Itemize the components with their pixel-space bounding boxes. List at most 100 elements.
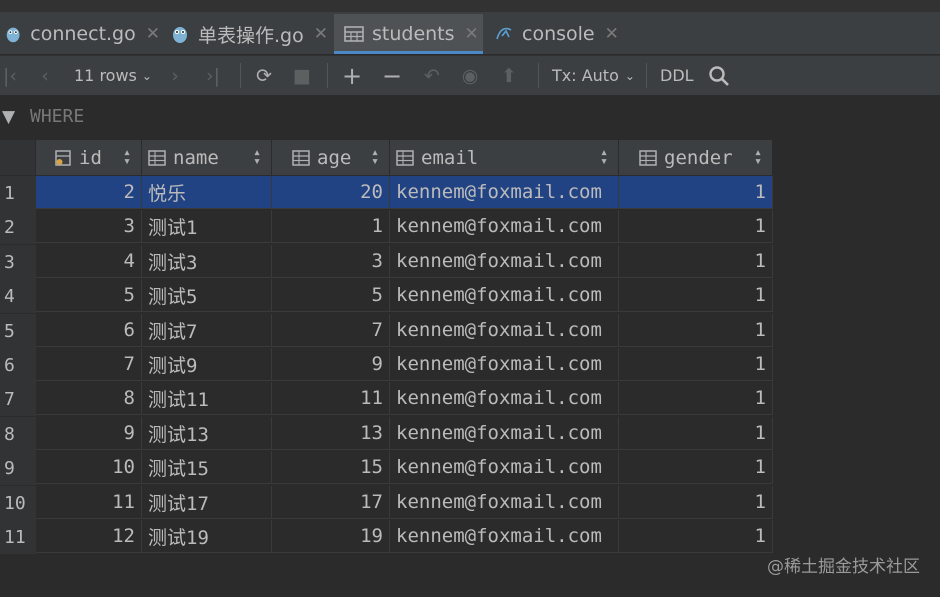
cell-age[interactable]: 20 <box>272 176 390 209</box>
add-row-icon[interactable]: + <box>340 56 364 95</box>
last-page-icon[interactable]: ›| <box>200 56 226 95</box>
cell-email[interactable]: kennem@foxmail.com <box>390 451 619 484</box>
cell-name[interactable]: 悦乐 <box>142 176 272 209</box>
cell-id[interactable]: 11 <box>36 486 142 519</box>
row-number[interactable]: 7 <box>0 382 36 416</box>
cell-age[interactable]: 19 <box>272 520 390 553</box>
row-number[interactable]: 3 <box>0 245 36 279</box>
cell-id[interactable]: 10 <box>36 451 142 484</box>
tab-single-table-go[interactable]: 单表操作.go ✕ <box>170 14 330 54</box>
cell-gender[interactable]: 1 <box>619 417 773 450</box>
cell-id[interactable]: 9 <box>36 417 142 450</box>
previous-page-icon[interactable]: ‹ <box>34 56 56 95</box>
cell-name[interactable]: 测试15 <box>142 451 272 484</box>
cell-email[interactable]: kennem@foxmail.com <box>390 279 619 312</box>
cell-age[interactable]: 1 <box>272 210 390 243</box>
cell-email[interactable]: kennem@foxmail.com <box>390 348 619 381</box>
row-number[interactable]: 11 <box>0 520 36 554</box>
cell-email[interactable]: kennem@foxmail.com <box>390 176 619 209</box>
close-icon[interactable]: ✕ <box>146 24 160 44</box>
next-page-icon[interactable]: › <box>164 56 186 95</box>
cell-name[interactable]: 测试5 <box>142 279 272 312</box>
cell-email[interactable]: kennem@foxmail.com <box>390 382 619 415</box>
cell-name[interactable]: 测试9 <box>142 348 272 381</box>
row-number[interactable]: 9 <box>0 451 36 485</box>
cell-gender[interactable]: 1 <box>619 245 773 278</box>
cell-id[interactable]: 8 <box>36 382 142 415</box>
sort-icon[interactable]: ▴ ▾ <box>253 146 261 168</box>
row-number[interactable]: 8 <box>0 417 36 451</box>
first-page-icon[interactable]: |‹ <box>0 56 20 95</box>
cell-email[interactable]: kennem@foxmail.com <box>390 520 619 553</box>
column-header-email[interactable]: email ▴ ▾ <box>390 140 619 175</box>
column-header-name[interactable]: name ▴ ▾ <box>142 140 272 175</box>
row-number[interactable]: 10 <box>0 486 36 520</box>
filter-icon[interactable]: ▼ <box>2 107 15 127</box>
cell-age[interactable]: 3 <box>272 245 390 278</box>
tab-console[interactable]: console ✕ <box>494 14 624 54</box>
cell-gender[interactable]: 1 <box>619 176 773 209</box>
close-icon[interactable]: ✕ <box>314 24 328 44</box>
cell-gender[interactable]: 1 <box>619 279 773 312</box>
cell-gender[interactable]: 1 <box>619 451 773 484</box>
tab-connect-go[interactable]: connect.go ✕ <box>0 14 160 54</box>
cell-age[interactable]: 17 <box>272 486 390 519</box>
cell-id[interactable]: 12 <box>36 520 142 553</box>
tab-students[interactable]: students ✕ <box>334 14 483 54</box>
ddl-button[interactable]: DDL <box>660 56 694 95</box>
cell-name[interactable]: 测试1 <box>142 210 272 243</box>
cell-id[interactable]: 6 <box>36 314 142 347</box>
row-number[interactable]: 5 <box>0 314 36 348</box>
search-icon[interactable] <box>706 56 732 95</box>
cell-id[interactable]: 3 <box>36 210 142 243</box>
cell-gender[interactable]: 1 <box>619 382 773 415</box>
row-number[interactable]: 6 <box>0 348 36 382</box>
column-header-age[interactable]: age ▴ ▾ <box>272 140 390 175</box>
cell-email[interactable]: kennem@foxmail.com <box>390 314 619 347</box>
cell-email[interactable]: kennem@foxmail.com <box>390 210 619 243</box>
cell-gender[interactable]: 1 <box>619 486 773 519</box>
stop-icon[interactable]: ■ <box>290 56 314 95</box>
cell-age[interactable]: 13 <box>272 417 390 450</box>
cell-age[interactable]: 15 <box>272 451 390 484</box>
cell-name[interactable]: 测试7 <box>142 314 272 347</box>
cell-age[interactable]: 5 <box>272 279 390 312</box>
view-query-icon[interactable]: ◉ <box>458 56 482 95</box>
transaction-mode-dropdown[interactable]: Tx: Auto ⌄ <box>552 56 635 95</box>
row-number[interactable]: 4 <box>0 279 36 313</box>
cell-age[interactable]: 11 <box>272 382 390 415</box>
cell-age[interactable]: 7 <box>272 314 390 347</box>
cell-id[interactable]: 4 <box>36 245 142 278</box>
close-icon[interactable]: ✕ <box>605 24 619 44</box>
cell-gender[interactable]: 1 <box>619 520 773 553</box>
row-number[interactable]: 1 <box>0 176 36 210</box>
cell-gender[interactable]: 1 <box>619 314 773 347</box>
refresh-icon[interactable]: ⟳ <box>252 56 276 95</box>
cell-id[interactable]: 7 <box>36 348 142 381</box>
cell-email[interactable]: kennem@foxmail.com <box>390 486 619 519</box>
row-number[interactable]: 2 <box>0 210 36 244</box>
close-icon[interactable]: ✕ <box>465 24 479 44</box>
where-filter-bar[interactable]: ▼ WHERE <box>0 95 940 139</box>
cell-name[interactable]: 测试3 <box>142 245 272 278</box>
cell-email[interactable]: kennem@foxmail.com <box>390 245 619 278</box>
cell-id[interactable]: 2 <box>36 176 142 209</box>
sort-icon[interactable]: ▴ ▾ <box>754 146 762 168</box>
sort-icon[interactable]: ▴ ▾ <box>600 146 608 168</box>
submit-icon[interactable]: ⬆ <box>497 56 521 95</box>
delete-row-icon[interactable]: − <box>380 56 404 95</box>
column-header-gender[interactable]: gender ▴ ▾ <box>619 140 773 175</box>
column-header-id[interactable]: id ▴ ▾ <box>36 140 142 175</box>
cell-name[interactable]: 测试11 <box>142 382 272 415</box>
cell-email[interactable]: kennem@foxmail.com <box>390 417 619 450</box>
cell-name[interactable]: 测试13 <box>142 417 272 450</box>
sort-icon[interactable]: ▴ ▾ <box>371 146 379 168</box>
row-count-dropdown[interactable]: 11 rows ⌄ <box>74 56 152 95</box>
cell-gender[interactable]: 1 <box>619 210 773 243</box>
cell-name[interactable]: 测试17 <box>142 486 272 519</box>
revert-icon[interactable]: ↶ <box>420 56 444 95</box>
cell-name[interactable]: 测试19 <box>142 520 272 553</box>
cell-id[interactable]: 5 <box>36 279 142 312</box>
cell-gender[interactable]: 1 <box>619 348 773 381</box>
cell-age[interactable]: 9 <box>272 348 390 381</box>
